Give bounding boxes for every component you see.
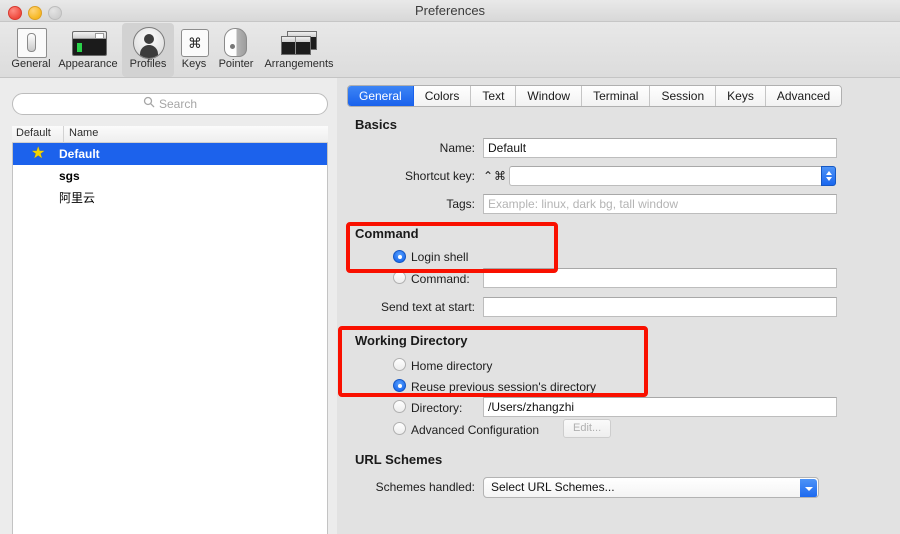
- arrangements-icon: [260, 25, 338, 58]
- profiles-sidebar: Search Default Name ★ Default sgs 阿里云 + …: [0, 78, 337, 534]
- name-label: Name:: [439, 141, 475, 155]
- command-section-title: Command: [355, 226, 419, 241]
- basics-section-title: Basics: [355, 117, 397, 132]
- tags-row: Tags:: [337, 194, 475, 214]
- directory-field[interactable]: /Users/zhangzhi: [483, 397, 837, 417]
- toolbar-item-appearance-label: Appearance: [58, 58, 118, 70]
- search-icon: [143, 95, 155, 113]
- name-row: Name:: [337, 138, 475, 158]
- list-item-label: 阿里云: [59, 191, 96, 205]
- preferences-window: Preferences General Appearance Profiles …: [0, 0, 900, 534]
- keys-icon: ⌘: [176, 25, 212, 58]
- tab-session[interactable]: Session: [650, 86, 717, 106]
- toolbar-item-arrangements[interactable]: Arrangements: [260, 23, 338, 77]
- toolbar-item-profiles-label: Profiles: [129, 58, 167, 70]
- tab-text[interactable]: Text: [471, 86, 517, 106]
- command-radio-label[interactable]: Command:: [411, 272, 470, 286]
- tab-colors[interactable]: Colors: [413, 86, 472, 106]
- tab-keys[interactable]: Keys: [716, 86, 766, 106]
- shortcut-key-label: Shortcut key:: [404, 169, 475, 183]
- settings-tabbar: General Colors Text Window Terminal Sess…: [347, 85, 843, 107]
- directory-radio[interactable]: [393, 400, 406, 413]
- column-header-default[interactable]: Default: [16, 127, 51, 139]
- default-star-icon: ★: [31, 145, 46, 162]
- list-item-label: Default: [59, 147, 100, 161]
- schemes-handled-popup[interactable]: Select URL Schemes...: [483, 477, 819, 498]
- tab-terminal[interactable]: Terminal: [582, 86, 651, 106]
- reuse-directory-radio[interactable]: [393, 379, 406, 392]
- directory-label[interactable]: Directory:: [411, 401, 462, 415]
- reuse-directory-label[interactable]: Reuse previous session's directory: [411, 380, 596, 394]
- profile-settings-pane: General Colors Text Window Terminal Sess…: [337, 78, 900, 534]
- tab-window[interactable]: Window: [516, 86, 583, 106]
- advanced-configuration-radio[interactable]: [393, 422, 406, 435]
- toolbar-item-keys[interactable]: ⌘ Keys: [176, 23, 212, 77]
- home-directory-label[interactable]: Home directory: [411, 359, 492, 373]
- tags-field[interactable]: Example: linux, dark bg, tall window: [483, 194, 837, 214]
- search-input[interactable]: Search: [12, 93, 328, 115]
- shortcut-key-row: Shortcut key:: [337, 166, 475, 186]
- shortcut-key-field[interactable]: [509, 166, 822, 186]
- send-text-field[interactable]: [483, 297, 837, 317]
- profiles-list-header: Default Name: [12, 126, 328, 143]
- column-divider: [63, 126, 64, 143]
- title-bar: Preferences: [0, 0, 900, 22]
- name-field[interactable]: Default: [483, 138, 837, 158]
- list-item-label: sgs: [59, 169, 80, 183]
- advanced-configuration-label[interactable]: Advanced Configuration: [411, 423, 539, 437]
- profiles-icon: [122, 25, 174, 59]
- window-title: Preferences: [414, 3, 486, 18]
- toolbar-item-appearance[interactable]: Appearance: [56, 23, 120, 77]
- chevron-down-icon: [800, 479, 817, 497]
- tags-label: Tags:: [446, 197, 475, 211]
- toolbar-item-profiles[interactable]: Profiles: [122, 23, 174, 77]
- general-icon: [1, 25, 61, 58]
- search-placeholder: Search: [158, 97, 198, 111]
- tab-advanced[interactable]: Advanced: [765, 86, 842, 106]
- schemes-handled-row: Schemes handled:: [337, 477, 475, 497]
- list-item[interactable]: sgs: [13, 165, 327, 187]
- send-text-label: Send text at start:: [380, 300, 475, 314]
- tab-general[interactable]: General: [348, 86, 414, 106]
- toolbar-item-general[interactable]: General: [1, 23, 61, 77]
- working-directory-section-title: Working Directory: [355, 333, 468, 348]
- send-text-row: Send text at start:: [337, 297, 475, 317]
- url-schemes-section-title: URL Schemes: [355, 452, 443, 467]
- login-shell-radio[interactable]: [393, 250, 406, 263]
- home-directory-radio[interactable]: [393, 358, 406, 371]
- command-radio[interactable]: [393, 271, 406, 284]
- toolbar-item-pointer[interactable]: Pointer: [212, 23, 260, 77]
- command-glyph: ⌘: [181, 29, 209, 57]
- command-field[interactable]: [483, 268, 837, 288]
- list-item[interactable]: ★ Default: [13, 143, 327, 165]
- shortcut-modifiers: ⌃⌘: [483, 169, 508, 183]
- toolbar-item-keys-label: Keys: [181, 58, 207, 70]
- schemes-handled-label: Schemes handled:: [375, 480, 475, 494]
- edit-button[interactable]: Edit...: [563, 419, 612, 438]
- pointer-icon: [212, 25, 260, 58]
- preferences-toolbar: General Appearance Profiles ⌘ Keys Point…: [0, 22, 900, 78]
- list-item[interactable]: 阿里云: [13, 187, 327, 209]
- profiles-list: ★ Default sgs 阿里云: [12, 143, 328, 534]
- shortcut-stepper[interactable]: [821, 166, 836, 186]
- toolbar-item-pointer-label: Pointer: [218, 58, 254, 70]
- schemes-handled-value: Select URL Schemes...: [491, 480, 615, 494]
- toolbar-item-general-label: General: [11, 58, 51, 70]
- column-header-name[interactable]: Name: [69, 127, 98, 139]
- login-shell-label[interactable]: Login shell: [411, 250, 468, 264]
- appearance-icon: [56, 25, 120, 58]
- toolbar-item-arrangements-label: Arrangements: [264, 58, 334, 70]
